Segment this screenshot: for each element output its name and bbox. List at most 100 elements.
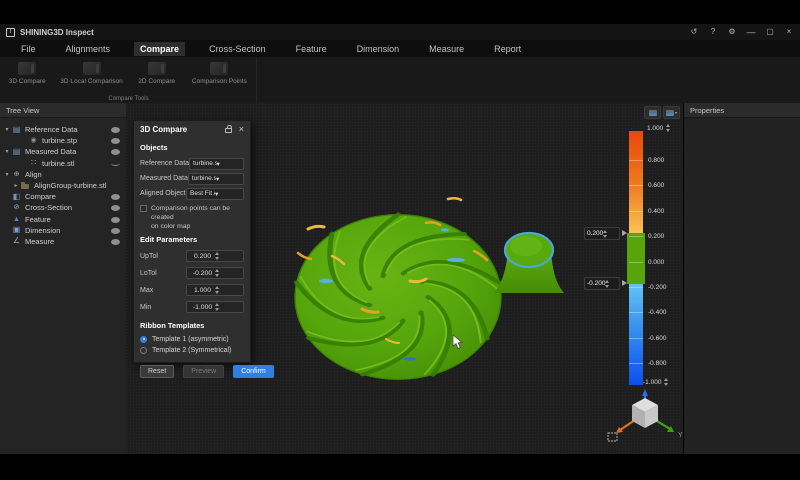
- preview-button[interactable]: Preview: [183, 365, 224, 378]
- measure-icon: [11, 236, 22, 246]
- tree-item-dimension[interactable]: Dimension: [0, 225, 126, 236]
- tree-item-reference-data[interactable]: ▾ Reference Data: [0, 124, 126, 135]
- tree-item-cross-section[interactable]: Cross-Section: [0, 202, 126, 213]
- lower-tolerance-marker[interactable]: [622, 280, 627, 286]
- tree-item-measure[interactable]: Measure: [0, 236, 126, 247]
- settings-gear-icon[interactable]: ⚙: [727, 28, 737, 36]
- visibility-eye-icon[interactable]: [111, 228, 120, 234]
- menu-bar: File Alignments Compare Cross-Section Fe…: [0, 40, 800, 57]
- tree-item-compare[interactable]: Compare: [0, 191, 126, 202]
- upper-tolerance-input[interactable]: 0.200: [584, 227, 620, 240]
- tool-2d-compare[interactable]: 2D Compare: [131, 60, 183, 85]
- expander-icon[interactable]: ▾: [3, 126, 11, 133]
- menu-report[interactable]: Report: [488, 42, 527, 56]
- tool-comparison-points[interactable]: Comparison Points: [183, 60, 256, 85]
- template-2-option[interactable]: Template 2 (Symmetrical): [140, 345, 244, 356]
- expander-icon[interactable]: ▾: [3, 148, 11, 155]
- maximize-button[interactable]: ▢: [765, 28, 775, 36]
- tree-item-label: Cross-Section: [25, 203, 72, 212]
- tree-item-turbine-stp[interactable]: turbine.stp: [0, 135, 126, 146]
- colorbar-tick: 0.200: [629, 233, 664, 240]
- visibility-eye-icon[interactable]: [111, 217, 120, 223]
- dialog-header[interactable]: 3D Compare ×: [134, 121, 250, 137]
- radio-button[interactable]: [140, 336, 147, 343]
- menu-file[interactable]: File: [15, 42, 42, 56]
- uptol-input[interactable]: 0.200: [186, 250, 244, 262]
- visibility-eye-closed-icon[interactable]: [111, 161, 120, 166]
- tree-item-label: turbine.stl: [42, 159, 75, 168]
- spinner-arrows[interactable]: [666, 124, 670, 132]
- checkbox[interactable]: [140, 205, 147, 212]
- colorbar-min: -1.000: [643, 378, 668, 386]
- spinner-arrows[interactable]: [215, 252, 240, 260]
- checkbox-label: Comparison points can be created on colo…: [151, 204, 244, 232]
- menu-dimension[interactable]: Dimension: [351, 42, 406, 56]
- colormap-display-button[interactable]: [644, 106, 661, 119]
- colormap-options-button[interactable]: ▾: [663, 106, 680, 119]
- chevron-down-icon: ▾: [215, 190, 240, 198]
- measured-data-select[interactable]: turbine.stl ▾: [188, 173, 244, 185]
- reference-data-select[interactable]: turbine.stp ▾: [189, 158, 244, 170]
- tree-item-measured-data[interactable]: ▾ Measured Data: [0, 146, 126, 157]
- expander-icon[interactable]: ▾: [3, 171, 11, 178]
- spinner-arrows[interactable]: [603, 230, 617, 238]
- spinner-arrows[interactable]: [215, 303, 240, 311]
- feedback-icon[interactable]: ↺: [689, 28, 699, 36]
- input-value: -0.200: [587, 280, 605, 287]
- max-input[interactable]: 1.000: [186, 284, 244, 296]
- field-label: Aligned Object: [140, 190, 186, 197]
- tool-3d-compare[interactable]: 3D Compare: [2, 60, 52, 85]
- visibility-eye-icon[interactable]: [111, 194, 120, 200]
- spinner-arrows[interactable]: [664, 378, 668, 386]
- input-value: 0.200: [587, 230, 603, 237]
- spinner-arrows[interactable]: [215, 286, 240, 294]
- confirm-button[interactable]: Confirm: [233, 365, 274, 378]
- reset-button[interactable]: Reset: [140, 365, 174, 378]
- template-1-option[interactable]: Template 1 (asymmetric): [140, 334, 244, 345]
- lotol-input[interactable]: -0.200: [186, 267, 244, 279]
- colormap-options-icon: [666, 110, 674, 116]
- tree-body: ▾ Reference Data turbine.stp ▾ Measured …: [0, 118, 126, 247]
- tree-item-aligngroup[interactable]: ▸ AlignGroup-turbine.stl: [0, 180, 126, 191]
- dialog-close-icon[interactable]: ×: [239, 125, 244, 134]
- menu-feature[interactable]: Feature: [290, 42, 333, 56]
- spinner-arrows[interactable]: [605, 280, 617, 288]
- menu-measure[interactable]: Measure: [423, 42, 470, 56]
- colorbar-tick: 0.000: [629, 259, 664, 266]
- visibility-eye-icon[interactable]: [111, 127, 120, 133]
- expander-icon[interactable]: ▸: [12, 182, 20, 189]
- menu-alignments[interactable]: Alignments: [60, 42, 117, 56]
- tick-dash: [629, 160, 643, 161]
- field-label: Min: [140, 304, 186, 311]
- compare-tools-group: 3D Compare 3D Local Comparison 2D Compar…: [0, 57, 257, 103]
- viewport-3d[interactable]: 3D Compare × Objects Reference Data turb…: [126, 103, 683, 454]
- aligned-object-select[interactable]: Best Fit Alignme ▾: [186, 188, 244, 200]
- tree-item-turbine-stl[interactable]: turbine.stl: [0, 158, 126, 169]
- visibility-eye-icon[interactable]: [111, 239, 120, 245]
- pin-lock-icon[interactable]: [225, 128, 232, 133]
- lotol-row: LoTol -0.200: [140, 265, 244, 282]
- tree-view-header: Tree View: [0, 103, 126, 118]
- upper-tolerance-marker[interactable]: [622, 230, 627, 236]
- tool-label: 2D Compare: [138, 78, 175, 85]
- tree-item-label: Measure: [25, 237, 54, 246]
- spinner-arrows[interactable]: [215, 269, 240, 277]
- tick-dash: [629, 363, 643, 364]
- close-button[interactable]: ×: [784, 28, 794, 36]
- radio-button[interactable]: [140, 347, 147, 354]
- navigation-cube[interactable]: Y: [600, 388, 692, 450]
- tree-item-align[interactable]: ▾ Align: [0, 169, 126, 180]
- tick-dash: [629, 338, 643, 339]
- lower-tolerance-input[interactable]: -0.200: [584, 277, 620, 290]
- menu-compare[interactable]: Compare: [134, 42, 185, 56]
- visibility-eye-icon[interactable]: [111, 149, 120, 155]
- menu-cross-section[interactable]: Cross-Section: [203, 42, 272, 56]
- visibility-eye-icon[interactable]: [111, 205, 120, 211]
- tree-item-label: Compare: [25, 192, 56, 201]
- tool-3d-local-comparison[interactable]: 3D Local Comparison: [52, 60, 130, 85]
- min-input[interactable]: -1.000: [186, 301, 244, 313]
- visibility-eye-icon[interactable]: [111, 138, 120, 144]
- tree-item-feature[interactable]: Feature: [0, 214, 126, 225]
- minimize-button[interactable]: —: [746, 28, 756, 37]
- help-icon[interactable]: ?: [708, 28, 718, 36]
